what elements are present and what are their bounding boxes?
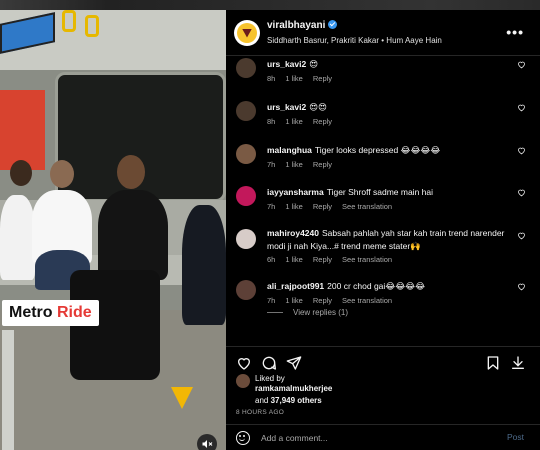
paper-plane-icon[interactable] — [286, 355, 302, 371]
comment-likes[interactable]: 1 like — [285, 255, 303, 264]
post-date: 8 HOURS AGO — [236, 409, 285, 416]
comment-likes[interactable]: 1 like — [285, 74, 303, 83]
bookmark-icon[interactable] — [485, 355, 501, 371]
comment-text: Tiger looks depressed 😂😂😂😂 — [314, 145, 441, 155]
comment-text: Tiger Shroff sadme main hai — [326, 187, 434, 197]
post-author[interactable]: viralbhayani — [267, 20, 338, 31]
reply-button[interactable]: Reply — [313, 160, 332, 169]
avatar[interactable] — [236, 101, 256, 121]
metro-ride-label: Metro Ride — [2, 300, 99, 326]
post-actions — [226, 346, 540, 376]
heart-icon[interactable] — [517, 188, 526, 197]
download-icon[interactable] — [510, 355, 526, 371]
post-panel: viralbhayani Siddharth Basrur, Prakriti … — [226, 10, 540, 450]
comment-username[interactable]: malanghua — [267, 145, 312, 155]
see-translation-link[interactable]: See translation — [342, 296, 392, 305]
comment-time: 6h — [267, 255, 276, 264]
liked-by-user[interactable]: ramkamalmukherjee — [255, 384, 332, 393]
divider — [267, 312, 283, 314]
view-replies-button[interactable]: View replies (1) — [267, 308, 348, 317]
heart-icon[interactable] — [517, 282, 526, 291]
reply-button[interactable]: Reply — [313, 202, 332, 211]
comment-likes[interactable]: 1 like — [285, 117, 303, 126]
mute-button[interactable] — [197, 434, 217, 450]
comment-time: 8h — [267, 74, 276, 83]
comment-username[interactable]: ali_rajpoot991 — [267, 281, 324, 291]
liked-by-label: Liked by — [255, 374, 285, 383]
more-options-icon[interactable]: ••• — [506, 24, 524, 40]
comment-username[interactable]: urs_kavi2 — [267, 59, 306, 69]
video-person-head — [10, 160, 32, 186]
comment-input[interactable] — [261, 430, 481, 446]
comments-list[interactable]: urs_kavi2 😍 8h 1 like Reply urs_kavi2 😍😍 8h 1… — [226, 56, 540, 346]
reply-button[interactable]: Reply — [313, 74, 332, 83]
comment-username[interactable]: urs_kavi2 — [267, 102, 306, 112]
comment-text: 200 cr chod gai😂😂😂😂 — [327, 281, 426, 291]
video-person — [0, 195, 35, 280]
see-translation-link[interactable]: See translation — [342, 202, 392, 211]
comment-likes[interactable]: 1 like — [285, 296, 303, 305]
comment-time: 7h — [267, 296, 276, 305]
video-person-head — [117, 155, 145, 189]
post-button[interactable]: Post — [507, 432, 524, 442]
video-scene-poster — [0, 90, 45, 170]
avatar[interactable] — [234, 20, 260, 46]
comment-time: 7h — [267, 202, 276, 211]
comment-icon[interactable] — [261, 355, 277, 371]
comment-time: 8h — [267, 117, 276, 126]
reply-button[interactable]: Reply — [313, 296, 332, 305]
heart-icon[interactable] — [517, 103, 526, 112]
add-comment-bar: Post — [226, 424, 540, 450]
comment-likes[interactable]: 1 like — [285, 202, 303, 211]
avatar[interactable] — [236, 58, 256, 78]
avatar[interactable] — [236, 229, 256, 249]
video-person — [98, 190, 168, 280]
reply-button[interactable]: Reply — [313, 117, 332, 126]
heart-icon[interactable] — [236, 355, 252, 371]
heart-icon[interactable] — [517, 146, 526, 155]
comment-time: 7h — [267, 160, 276, 169]
smiley-icon[interactable] — [236, 431, 250, 445]
reel-video[interactable]: Metro Ride — [0, 10, 226, 450]
heart-icon[interactable] — [517, 231, 526, 240]
speaker-muted-icon — [202, 440, 213, 448]
video-scene-handle — [85, 15, 99, 37]
reply-button[interactable]: Reply — [313, 255, 332, 264]
comment-text: 😍😍 — [309, 102, 327, 112]
post-header: viralbhayani Siddharth Basrur, Prakriti … — [226, 10, 540, 56]
comment-text: 😍 — [309, 59, 319, 69]
avatar[interactable] — [236, 144, 256, 164]
comment-likes[interactable]: 1 like — [285, 160, 303, 169]
video-person — [182, 205, 226, 325]
brand-v-icon — [242, 28, 252, 38]
comment-username[interactable]: mahiroy4240 — [267, 228, 319, 238]
avatar[interactable] — [236, 374, 250, 388]
likes-count[interactable]: 37,949 others — [271, 396, 322, 405]
video-scene-pole — [2, 330, 14, 450]
heart-icon[interactable] — [517, 60, 526, 69]
avatar[interactable] — [236, 186, 256, 206]
video-person-head — [50, 160, 74, 188]
see-translation-link[interactable]: See translation — [342, 255, 392, 264]
audio-credit[interactable]: Siddharth Basrur, Prakriti Kakar • Hum A… — [267, 36, 442, 45]
video-scene-handle — [62, 10, 76, 32]
verified-badge-icon — [328, 20, 338, 29]
likes-and-label: and — [255, 396, 271, 405]
avatar[interactable] — [236, 280, 256, 300]
comment-username[interactable]: iayyansharma — [267, 187, 324, 197]
